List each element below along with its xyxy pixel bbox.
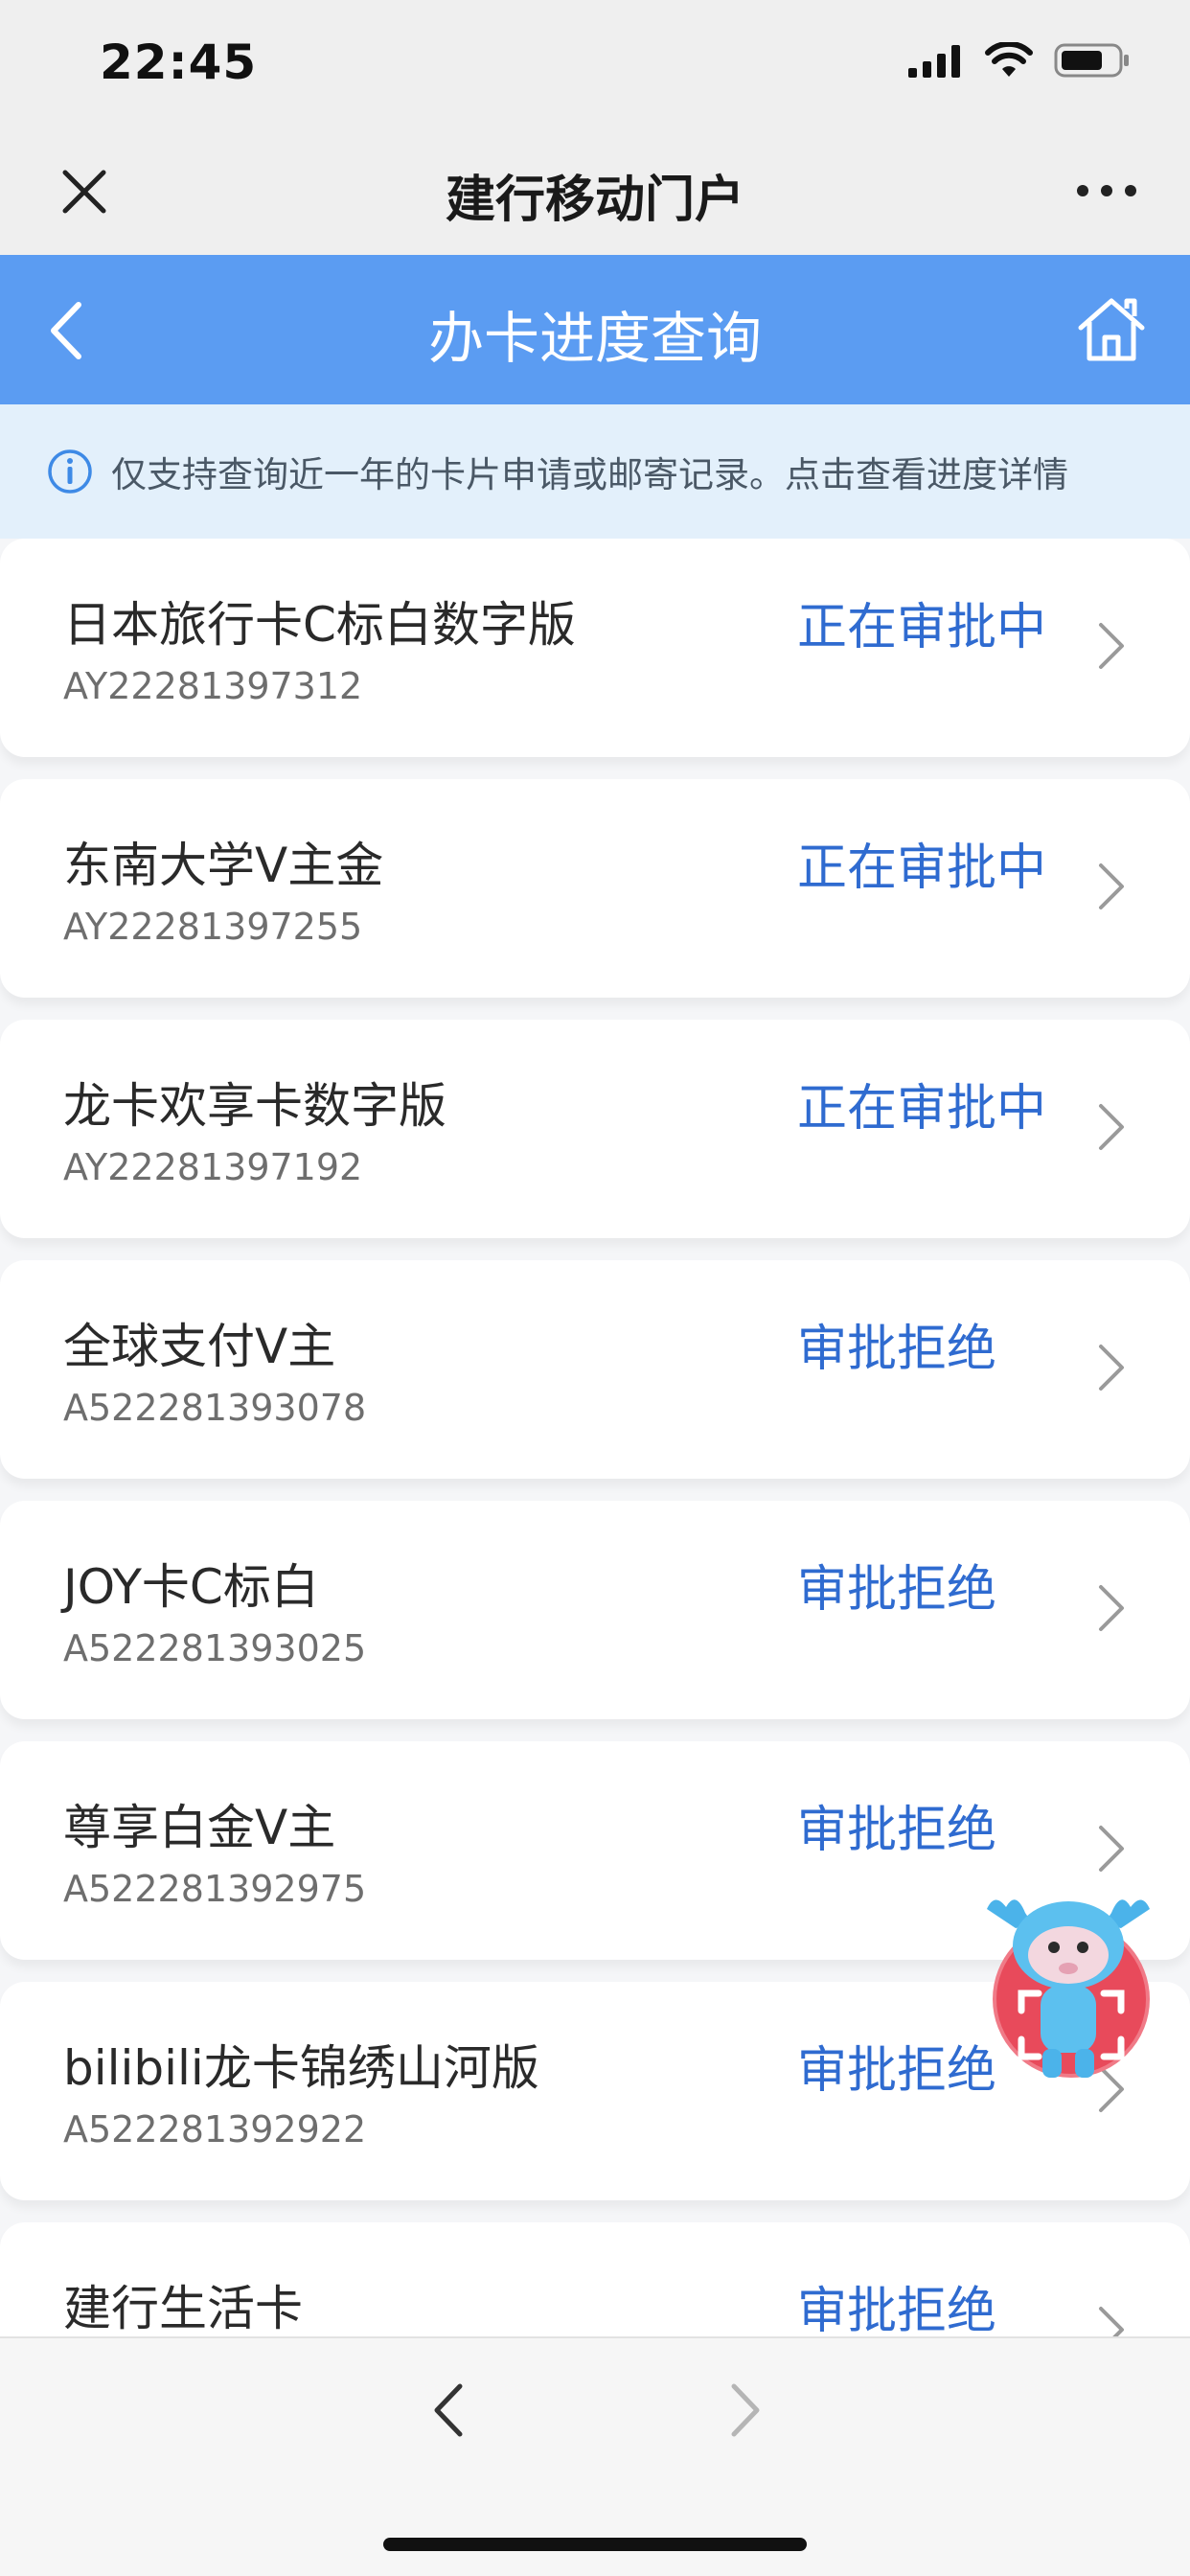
app-header: 办卡进度查询 — [0, 255, 1190, 404]
status-label: 审批拒绝 — [797, 1802, 997, 1859]
card-name: 东南大学V主金 — [63, 838, 384, 893]
nav-forward-icon[interactable] — [721, 2377, 768, 2444]
browser-bottom-bar — [0, 2336, 1190, 2576]
chevron-right-icon — [1099, 1826, 1124, 1872]
status-label: 正在审批中 — [797, 840, 1047, 897]
status-bar: 22:45 — [0, 0, 1190, 134]
wifi-icon — [985, 42, 1033, 77]
info-icon — [48, 449, 92, 494]
notice-banner: 仅支持查询近一年的卡片申请或邮寄记录。点击查看进度详情 — [0, 404, 1190, 539]
chevron-right-icon — [1099, 2307, 1124, 2336]
card-name: 龙卡欢享卡数字版 — [63, 1078, 446, 1134]
status-label: 正在审批中 — [797, 599, 1047, 656]
list-item[interactable]: JOY卡C标白 A522281393025 审批拒绝 — [0, 1501, 1190, 1719]
notice-text: 仅支持查询近一年的卡片申请或邮寄记录。点击查看进度详情 — [111, 454, 1068, 495]
chevron-right-icon — [1099, 1104, 1124, 1150]
status-icons — [908, 42, 1131, 79]
application-number: AY22281397255 — [63, 906, 363, 948]
application-number: A522281392975 — [63, 1868, 367, 1910]
application-number: A522281392922 — [63, 2108, 367, 2150]
page: 22:45 建行移动门户 办卡进度查询 仅支持查询近一年的卡片申请或邮寄记录。点… — [0, 0, 1190, 2576]
status-label: 审批拒绝 — [797, 1561, 997, 1619]
status-label: 正在审批中 — [797, 1080, 1047, 1138]
application-number: A522281393078 — [63, 1387, 367, 1429]
list-item[interactable]: 日本旅行卡C标白数字版 AY22281397312 正在审批中 — [0, 539, 1190, 757]
application-number: AY22281397312 — [63, 665, 363, 707]
chevron-right-icon — [1099, 1345, 1124, 1391]
list-item[interactable]: 龙卡欢享卡数字版 AY22281397192 正在审批中 — [0, 1020, 1190, 1238]
mascot-scan-icon[interactable] — [977, 1886, 1159, 2087]
chevron-right-icon — [1099, 863, 1124, 909]
card-name: 全球支付V主 — [63, 1319, 336, 1374]
nav-back-icon[interactable] — [425, 2377, 473, 2444]
application-number: A522281393025 — [63, 1627, 367, 1669]
card-name: 建行生活卡 — [63, 2281, 303, 2336]
status-label: 审批拒绝 — [797, 2283, 997, 2336]
signal-icon — [908, 45, 960, 78]
list-item[interactable]: 建行生活卡 审批拒绝 — [0, 2222, 1190, 2336]
home-indicator — [383, 2538, 807, 2551]
chevron-right-icon — [1099, 623, 1124, 669]
status-label: 审批拒绝 — [797, 1321, 997, 1378]
list-item[interactable]: 东南大学V主金 AY22281397255 正在审批中 — [0, 779, 1190, 998]
list-item[interactable]: 全球支付V主 A522281393078 审批拒绝 — [0, 1260, 1190, 1479]
application-number: AY22281397192 — [63, 1146, 363, 1188]
card-name: JOY卡C标白 — [63, 1559, 319, 1615]
more-icon[interactable] — [1073, 176, 1140, 205]
status-label: 审批拒绝 — [797, 2042, 997, 2100]
home-icon[interactable] — [1075, 293, 1148, 366]
webview-title: 建行移动门户 — [445, 172, 744, 229]
chevron-right-icon — [1099, 1585, 1124, 1631]
status-time: 22:45 — [100, 34, 258, 90]
battery-icon — [1054, 43, 1129, 78]
webview-title-bar: 建行移动门户 — [0, 134, 1190, 255]
page-title: 办卡进度查询 — [427, 306, 762, 371]
card-name: bilibili龙卡锦绣山河版 — [63, 2040, 539, 2096]
card-name: 尊享白金V主 — [63, 1800, 336, 1855]
card-name: 日本旅行卡C标白数字版 — [63, 597, 576, 653]
